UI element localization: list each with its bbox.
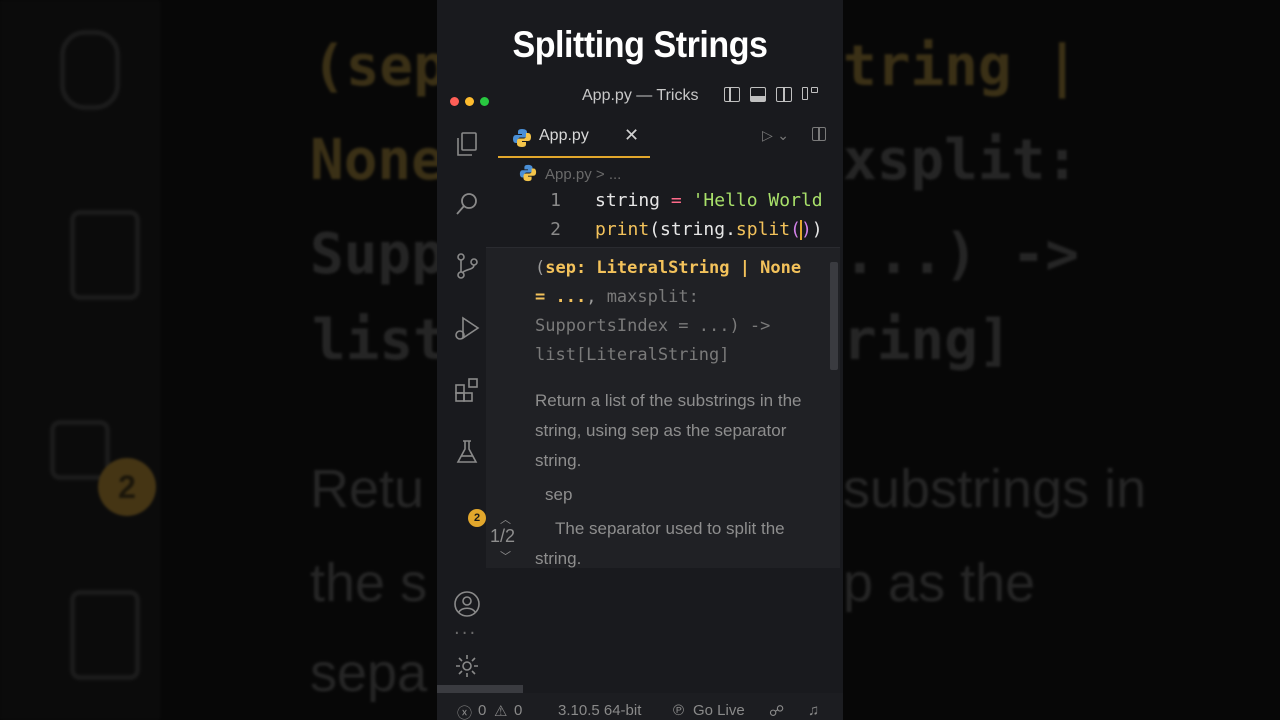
extensions-icon[interactable]: [453, 376, 481, 404]
breadcrumb-more[interactable]: ...: [609, 166, 622, 183]
token-paren: ): [800, 219, 812, 240]
horizontal-scrollbar[interactable]: [437, 685, 523, 693]
token-paren: (: [649, 219, 661, 240]
run-python-file-icon[interactable]: ▷ ⌄: [762, 128, 789, 144]
line-number: 1: [550, 190, 561, 211]
status-bar: ⓧ 0 ⚠ 0 3.10.5 64-bit ℗ Go Live ☍ ♫: [437, 693, 843, 720]
breadcrumb-file[interactable]: App.py: [545, 166, 592, 183]
popup-scrollbar[interactable]: [830, 262, 838, 370]
go-live-button[interactable]: Go Live: [693, 702, 745, 719]
token-dot: .: [725, 219, 736, 240]
signature-open-paren: (: [535, 258, 546, 278]
python-file-icon: [512, 128, 532, 152]
code-line-2[interactable]: 2 print(string.split()): [537, 219, 823, 240]
split-editor-icon[interactable]: [812, 127, 826, 141]
extensions-badge: 2: [468, 509, 486, 527]
token-method: split: [735, 219, 791, 240]
token-variable: string: [660, 219, 726, 240]
errors-icon[interactable]: ⓧ: [457, 702, 472, 720]
python-interpreter[interactable]: 3.10.5 64-bit: [558, 702, 641, 719]
signature-description: Return a list of the substrings in the s…: [535, 391, 802, 470]
code-line-1[interactable]: 1 string = 'Hello World: [537, 190, 823, 211]
toggle-primary-sidebar-icon[interactable]: [724, 87, 740, 102]
source-control-icon[interactable]: [453, 252, 481, 280]
overload-counter: 1/2: [490, 526, 516, 546]
warnings-icon[interactable]: ⚠: [494, 702, 507, 720]
signature: (sep: LiteralString | None = ..., maxspl…: [535, 254, 815, 370]
parameter-description: The separator used to split the string.: [535, 519, 785, 568]
close-window-button[interactable]: [450, 97, 459, 106]
token-paren: ): [811, 219, 823, 240]
token-variable: string: [595, 190, 661, 211]
next-overload-icon[interactable]: ﹀: [500, 548, 511, 564]
settings-gear-icon[interactable]: [453, 652, 481, 680]
signature-help-popup: (sep: LiteralString | None = ..., maxspl…: [486, 247, 840, 568]
parameter-name: sep: [545, 485, 573, 504]
accounts-icon[interactable]: [453, 590, 481, 618]
layout-controls: [724, 87, 828, 106]
broadcast-icon: ℗: [673, 702, 685, 719]
toggle-secondary-sidebar-icon[interactable]: [776, 87, 792, 102]
tab-app-py[interactable]: App.py ✕: [498, 118, 650, 158]
breadcrumb-python-icon: [519, 164, 537, 186]
previous-overload-icon[interactable]: ︿: [500, 511, 511, 527]
line-number: 2: [550, 219, 561, 240]
token-operator: =: [670, 190, 682, 211]
run-debug-icon[interactable]: [453, 314, 481, 342]
toggle-panel-icon[interactable]: [750, 87, 766, 102]
video-title: Splitting Strings: [512, 24, 768, 65]
minimize-window-button[interactable]: [465, 97, 474, 106]
close-tab-icon[interactable]: ✕: [624, 125, 639, 146]
token-string: 'Hello World: [692, 190, 823, 211]
testing-icon[interactable]: [453, 438, 481, 466]
errors-count[interactable]: 0: [478, 702, 486, 719]
warnings-count[interactable]: 0: [514, 702, 522, 719]
more-icon[interactable]: ...: [454, 618, 477, 639]
window-controls: [450, 91, 495, 110]
notifications-bell-icon[interactable]: ♫: [808, 702, 819, 719]
zoom-window-button[interactable]: [480, 97, 489, 106]
window-title: App.py — Tricks: [582, 87, 699, 104]
customize-layout-icon[interactable]: [802, 87, 818, 102]
feedback-icon[interactable]: ☍: [769, 702, 784, 720]
signature-comma: ,: [586, 287, 597, 307]
token-function: print: [595, 219, 650, 240]
editor-frame: Splitting Strings App.py — Tricks 2 ...: [437, 0, 843, 720]
breadcrumb: App.py > ...: [519, 164, 621, 186]
explorer-icon[interactable]: [453, 130, 481, 158]
tab-label: App.py: [539, 127, 589, 144]
search-icon[interactable]: [453, 190, 481, 218]
